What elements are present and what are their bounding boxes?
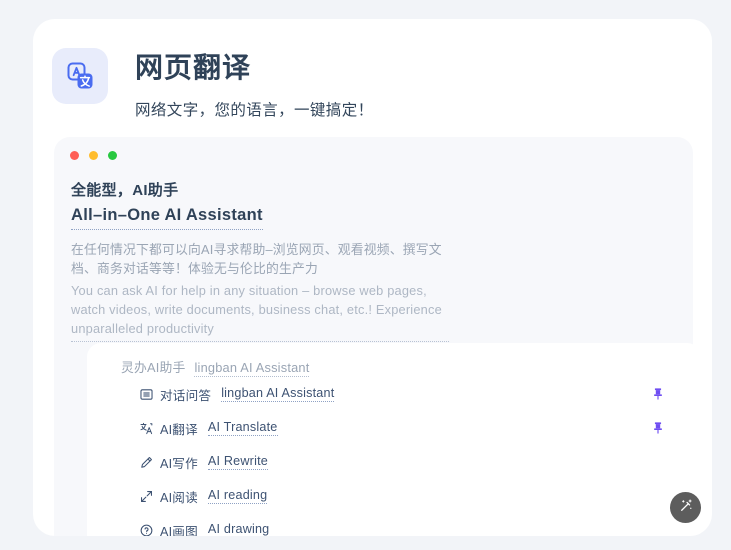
panel-body: 全能型，AI助手 All–in–One AI Assistant 在任何情况下都… (71, 180, 677, 342)
description-en: You can ask AI for help in any situation… (71, 282, 449, 342)
list-item-label-zh: AI翻译 (160, 422, 198, 437)
list-group-label-en: lingban AI Assistant (194, 360, 310, 377)
list-item-label-en: AI Rewrite (207, 454, 268, 470)
minimize-dot[interactable] (89, 151, 98, 160)
headline-en: All–in–One AI Assistant (71, 203, 263, 231)
feature-list-card: 灵办AI助手 lingban AI Assistant 对话问答 lingban… (87, 343, 701, 536)
translate-icon (139, 421, 153, 435)
list-item-label-zh: AI写作 (160, 456, 198, 471)
window-controls (70, 151, 117, 160)
translate-icon (52, 48, 108, 104)
magic-wand-button[interactable] (670, 492, 701, 523)
magic-wand-icon (678, 498, 694, 517)
list-item[interactable]: AI写作 AI Rewrite (87, 445, 701, 479)
list-item-label-zh: 对话问答 (160, 388, 212, 403)
close-dot[interactable] (70, 151, 79, 160)
page-subtitle: 网络文字，您的语言，一键搞定！ (135, 102, 374, 120)
list-item-label-en: AI reading (207, 488, 268, 504)
list-group-header: 灵办AI助手 lingban AI Assistant (87, 343, 701, 377)
pencil-icon (139, 455, 153, 469)
main-card: 网页翻译 网络文字，您的语言，一键搞定！ 全能型，AI助手 All–in–One… (33, 19, 712, 536)
list-group-label-zh: 灵办AI助手 (121, 360, 186, 375)
list-item[interactable]: AI翻译 AI Translate (87, 411, 701, 445)
maximize-dot[interactable] (108, 151, 117, 160)
page-header: 网页翻译 网络文字，您的语言，一键搞定！ (52, 48, 374, 120)
description-zh: 在任何情况下都可以向AI寻求帮助–浏览网页、观看视频、撰写文档、商务对话等等！体… (71, 242, 442, 276)
list-item[interactable]: AI阅读 AI reading (87, 479, 701, 513)
expand-arrows-icon (139, 489, 153, 503)
headline-zh: 全能型，AI助手 (71, 182, 179, 199)
list-item[interactable]: AI画图 AI drawing (87, 513, 701, 536)
header-text-block: 网页翻译 网络文字，您的语言，一键搞定！ (135, 48, 374, 120)
list-item-label-zh: AI阅读 (160, 490, 198, 505)
pin-icon[interactable] (652, 388, 664, 401)
list-item-label-en: AI Translate (207, 420, 278, 436)
question-circle-icon (139, 523, 153, 536)
list-item-label-en: AI drawing (207, 522, 270, 536)
pin-icon[interactable] (652, 422, 664, 435)
page-title: 网页翻译 (135, 52, 252, 83)
list-item-label-zh: AI画图 (160, 524, 198, 537)
list-item-label-en: lingban AI Assistant (221, 386, 335, 402)
panel-layout-icon (139, 387, 153, 401)
list-item[interactable]: 对话问答 lingban AI Assistant (87, 377, 701, 411)
